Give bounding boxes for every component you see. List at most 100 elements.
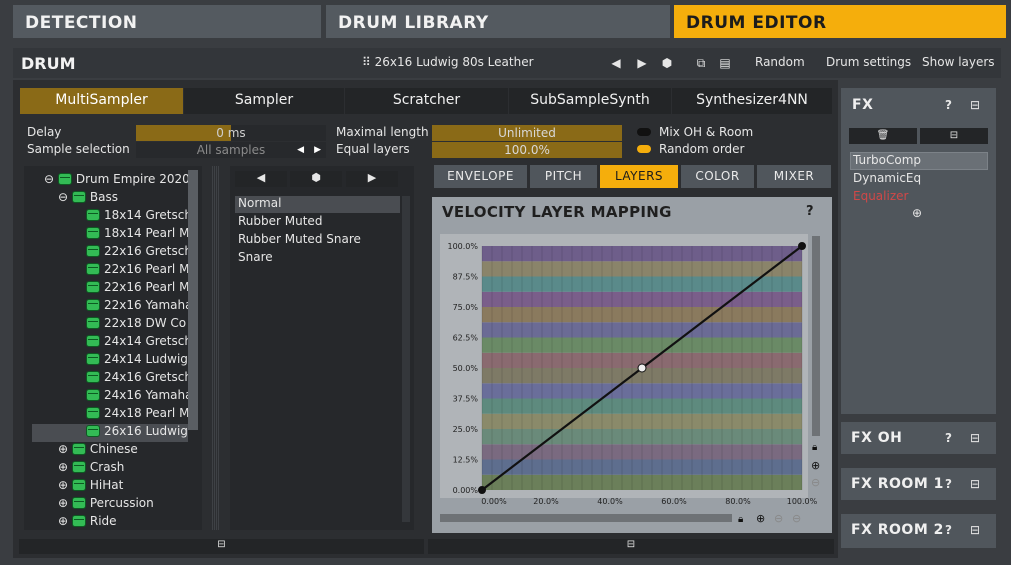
show-layers-button[interactable]: Show layers (922, 55, 995, 69)
tree-item-bass[interactable]: 22x16 Gretsch (86, 242, 192, 260)
curve-point[interactable] (798, 242, 806, 250)
fx-add-icon[interactable]: ⊕ (912, 206, 922, 220)
tab-layers[interactable]: LAYERS (600, 165, 678, 188)
tab-subsamplesynth[interactable]: SubSampleSynth (509, 88, 671, 114)
maximal-length-slider[interactable]: Unlimited (432, 125, 622, 141)
random-order-toggle[interactable] (637, 145, 651, 153)
tab-multisampler[interactable]: MultiSampler (20, 88, 183, 114)
tree-group[interactable]: ⊕ Chinese (58, 440, 138, 458)
articulation-item[interactable]: Snare (235, 250, 400, 267)
drum-icon (86, 335, 100, 347)
h-zoom-fit-icon[interactable]: ⊖ (792, 512, 801, 525)
vertical-zoom-scrollbar[interactable] (812, 236, 820, 436)
zoom-out-icon[interactable]: ⊖ (811, 476, 820, 489)
splitter-handle[interactable] (212, 166, 220, 530)
articulation-scrollbar[interactable] (402, 196, 410, 522)
tab-drum-library[interactable]: DRUM LIBRARY (326, 5, 670, 38)
tree-item-bass[interactable]: 24x16 Yamaha (86, 386, 193, 404)
mix-oh-room-toggle[interactable] (637, 128, 651, 136)
y-tick-label: 50.0% (453, 364, 479, 373)
h-lock-icon[interactable]: 🔒︎ (738, 514, 743, 525)
h-zoom-in-icon[interactable]: ⊕ (756, 512, 765, 525)
copy-icon[interactable]: ⧉ (694, 56, 708, 71)
fx-help-icon[interactable]: ? (945, 98, 952, 112)
tab-drum-editor[interactable]: DRUM EDITOR (674, 5, 1006, 38)
chart-help-icon[interactable]: ? (806, 204, 814, 219)
articulation-item[interactable]: Rubber Muted Snare (235, 232, 400, 249)
tree-item-bass[interactable]: 26x16 Ludwig (86, 422, 188, 440)
tab-envelope[interactable]: ENVELOPE (434, 165, 527, 188)
articulation-item[interactable]: Rubber Muted (235, 214, 400, 231)
tree-group[interactable]: ⊕ Crash (58, 458, 124, 476)
articulation-random-button[interactable]: ⬢ (290, 171, 342, 187)
tree-item-bass[interactable]: 24x14 Ludwig (86, 350, 188, 368)
next-icon[interactable]: ▶ (314, 142, 321, 158)
fx-room2-help-icon[interactable]: ? (945, 523, 952, 537)
tree-item-bass[interactable]: 22x18 DW Co (86, 314, 186, 332)
tree-item-bass[interactable]: 18x14 Gretsch (86, 206, 192, 224)
horizontal-zoom-scrollbar[interactable] (440, 514, 732, 522)
paste-icon[interactable]: ▤ (718, 56, 732, 70)
fx-room1-menu-icon[interactable]: ⊟ (970, 477, 980, 491)
random-button[interactable]: Random (755, 55, 805, 69)
tree-group[interactable]: ⊕ Percussion (58, 494, 154, 512)
fx-oh-help-icon[interactable]: ? (945, 431, 952, 445)
tab-sampler[interactable]: Sampler (184, 88, 344, 114)
tab-mixer[interactable]: MIXER (757, 165, 831, 188)
tree-item-bass[interactable]: 22x16 Pearl M (86, 260, 189, 278)
maximal-length-label: Maximal length (336, 125, 429, 139)
tab-synthesizer4nn[interactable]: Synthesizer4NN (672, 88, 832, 114)
tree-item-bass[interactable]: 24x18 Pearl M (86, 404, 189, 422)
mix-oh-room-label: Mix OH & Room (659, 125, 754, 139)
curve-point[interactable] (478, 486, 486, 494)
dice-icon[interactable]: ⬢ (660, 56, 674, 70)
curve-point[interactable] (637, 363, 647, 373)
collapse-right-button[interactable]: ⊟ (428, 539, 834, 554)
tree-scrollbar[interactable] (188, 170, 198, 430)
fx-clear-button[interactable]: ⊟ (920, 128, 988, 144)
next-preset-icon[interactable]: ▶ (636, 56, 648, 70)
articulation-next-button[interactable]: ▶ (346, 171, 398, 187)
tab-color[interactable]: COLOR (681, 165, 754, 188)
tab-scratcher[interactable]: Scratcher (345, 88, 508, 114)
h-zoom-out-icon[interactable]: ⊖ (774, 512, 783, 525)
tree-item-bass[interactable]: 24x14 Gretsch (86, 332, 192, 350)
fx-item-dynamiceq[interactable]: DynamicEq (853, 171, 921, 185)
tree-item-bass[interactable]: 18x14 Pearl M (86, 224, 189, 242)
collapse-left-button[interactable]: ⊟ (19, 539, 424, 554)
drum-settings-button[interactable]: Drum settings (826, 55, 911, 69)
tree-group[interactable]: ⊕ HiHat (58, 476, 123, 494)
drum-title: DRUM (21, 54, 76, 73)
lock-icon[interactable]: 🔒︎ (812, 442, 817, 453)
tree-group[interactable]: ⊕ Ride (58, 512, 117, 530)
tree-root[interactable]: ⊖ Drum Empire 2020 (44, 170, 190, 188)
tree-bass[interactable]: ⊖ Bass (58, 188, 118, 206)
fx-oh-menu-icon[interactable]: ⊟ (970, 431, 980, 445)
prev-preset-icon[interactable]: ◀ (610, 56, 622, 70)
tree-item-bass[interactable]: 24x16 Gretsch (86, 368, 192, 386)
prev-icon[interactable]: ◀ (297, 142, 304, 158)
tree-item-bass[interactable]: 22x16 Pearl M (86, 278, 189, 296)
articulation-prev-button[interactable]: ◀ (235, 171, 287, 187)
tree-item-bass[interactable]: 22x16 Yamaha (86, 296, 193, 314)
drum-tree[interactable]: ⊖ Drum Empire 2020 ⊖ Bass 18x14 Gretsch 1… (24, 166, 202, 530)
zoom-in-icon[interactable]: ⊕ (811, 459, 820, 472)
fx-room2-menu-icon[interactable]: ⊟ (970, 523, 980, 537)
articulation-item[interactable]: Normal (235, 196, 400, 213)
fx-delete-button[interactable]: 🗑︎ (849, 128, 917, 144)
fx-menu-icon[interactable]: ⊟ (970, 98, 980, 112)
equal-layers-slider[interactable]: 100.0% (432, 142, 622, 158)
tab-detection[interactable]: DETECTION (13, 5, 321, 38)
drum-icon (71, 479, 86, 491)
preset-selector[interactable]: ⠿ 26x16 Ludwig 80s Leather (362, 55, 534, 69)
sample-selection-dropdown[interactable]: All samples ◀ ▶ (136, 142, 326, 158)
tab-pitch[interactable]: PITCH (530, 165, 597, 188)
fx-room1-help-icon[interactable]: ? (945, 477, 952, 491)
x-tick-label: 100.0% (787, 497, 818, 506)
velocity-chart[interactable]: 100.0% 87.5% 75.0% 62.5% 50.0% 37.5% 25.0% 12.5… (432, 228, 832, 533)
fx-item-turbocomp[interactable]: TurboComp (853, 153, 921, 167)
random-order-label: Random order (659, 142, 745, 156)
delay-slider[interactable]: 0 ms (136, 125, 326, 141)
fx-item-equalizer[interactable]: Equalizer (853, 189, 908, 203)
drum-icon (86, 245, 100, 257)
